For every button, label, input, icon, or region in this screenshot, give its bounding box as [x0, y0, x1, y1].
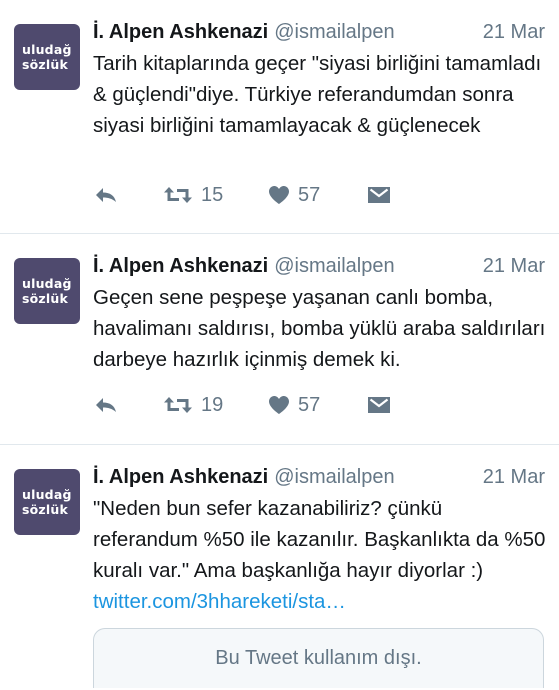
- retweet-button[interactable]: 19: [163, 390, 223, 420]
- avatar[interactable]: uludağ sözlük: [14, 24, 80, 90]
- tweet-actions: 19 57: [93, 390, 403, 420]
- author-handle[interactable]: @ismailalpen: [274, 466, 394, 488]
- tweet-header: İ. Alpen Ashkenazi @ismailalpen 21 Mar: [93, 250, 545, 282]
- direct-message-button[interactable]: [367, 390, 391, 420]
- avatar-text-line1: uludağ: [22, 276, 72, 291]
- retweet-icon: [163, 185, 193, 205]
- avatar-text-line1: uludağ: [22, 42, 72, 57]
- author-handle[interactable]: @ismailalpen: [274, 21, 394, 43]
- quoted-tweet-unavailable-card[interactable]: Bu Tweet kullanım dışı.: [93, 628, 544, 688]
- heart-icon: [268, 185, 290, 205]
- tweet-date[interactable]: 21 Mar: [483, 250, 545, 282]
- author-name[interactable]: İ. Alpen Ashkenazi: [93, 21, 268, 43]
- avatar-text-line2: sözlük: [22, 502, 68, 517]
- tweet-actions: 15 57: [93, 180, 403, 210]
- avatar-text-line1: uludağ: [22, 487, 72, 502]
- tweet[interactable]: uludağ sözlük İ. Alpen Ashkenazi @ismaila…: [0, 234, 559, 445]
- like-button[interactable]: 57: [268, 390, 320, 420]
- tweet-text: Geçen sene peşpeşe yaşanan canlı bomba, …: [93, 286, 546, 371]
- tweet[interactable]: uludağ sözlük İ. Alpen Ashkenazi @ismaila…: [0, 0, 559, 234]
- envelope-icon: [367, 395, 391, 415]
- retweet-count: 19: [201, 393, 224, 416]
- heart-icon: [268, 395, 290, 415]
- tweet-date[interactable]: 21 Mar: [483, 16, 545, 48]
- tweet[interactable]: uludağ sözlük İ. Alpen Ashkenazi @ismaila…: [0, 445, 559, 690]
- avatar[interactable]: uludağ sözlük: [14, 469, 80, 535]
- avatar-text-line2: sözlük: [22, 291, 68, 306]
- like-button[interactable]: 57: [268, 180, 320, 210]
- like-count: 57: [298, 393, 321, 416]
- reply-icon: [93, 395, 119, 415]
- card-text: Bu Tweet kullanım dışı.: [215, 647, 422, 669]
- reply-icon: [93, 185, 119, 205]
- retweet-count: 15: [201, 183, 224, 206]
- tweet-header: İ. Alpen Ashkenazi @ismailalpen 21 Mar: [93, 461, 545, 493]
- avatar-text-line2: sözlük: [22, 57, 68, 72]
- author-name[interactable]: İ. Alpen Ashkenazi: [93, 466, 268, 488]
- tweet-date[interactable]: 21 Mar: [483, 461, 545, 493]
- envelope-icon: [367, 185, 391, 205]
- retweet-button[interactable]: 15: [163, 180, 223, 210]
- retweet-icon: [163, 395, 193, 415]
- avatar[interactable]: uludağ sözlük: [14, 258, 80, 324]
- like-count: 57: [298, 183, 321, 206]
- tweet-text-body: "Neden bun sefer kazanabiliriz? çünkü re…: [93, 497, 546, 582]
- reply-button[interactable]: [93, 180, 119, 210]
- tweet-text: "Neden bun sefer kazanabiliriz? çünkü re…: [93, 493, 549, 617]
- direct-message-button[interactable]: [367, 180, 391, 210]
- tweet-link[interactable]: twitter.com/3hhareketi/sta…: [93, 590, 346, 613]
- reply-button[interactable]: [93, 390, 119, 420]
- tweet-text: Tarih kitaplarında geçer "siyasi birliği…: [93, 52, 542, 137]
- author-handle[interactable]: @ismailalpen: [274, 255, 394, 277]
- author-name[interactable]: İ. Alpen Ashkenazi: [93, 255, 268, 277]
- tweet-header: İ. Alpen Ashkenazi @ismailalpen 21 Mar: [93, 16, 545, 48]
